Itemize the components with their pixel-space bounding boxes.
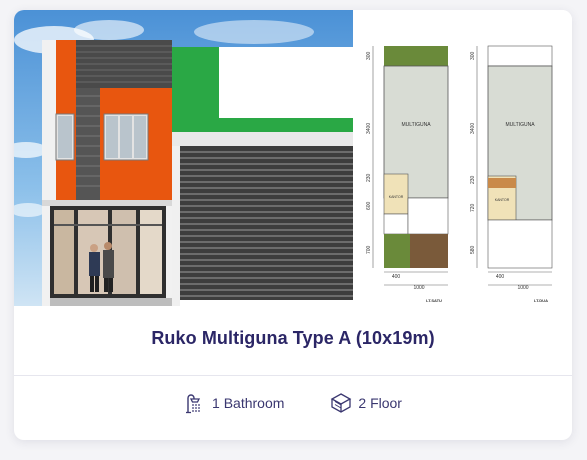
feature-bathroom-label: 1 Bathroom xyxy=(212,395,285,411)
building-photo xyxy=(14,10,353,306)
plan-left-room-main: MULTIGUNA xyxy=(401,122,431,128)
plan-left-dim-2: 230 xyxy=(366,173,372,182)
card-media: MULTIGUNA KANTOR 300 3400 230 600 700 40… xyxy=(14,10,572,306)
plan-right-dim-1: 3400 xyxy=(470,123,476,134)
property-card[interactable]: MULTIGUNA KANTOR 300 3400 230 600 700 40… xyxy=(14,10,572,440)
card-title[interactable]: Ruko Multiguna Type A (10x19m) xyxy=(14,328,572,349)
plan-right-room-office: KANTOR xyxy=(495,198,510,202)
plan-right-caption: LT.DUA xyxy=(534,298,548,303)
plan-left-room-office: KANTOR xyxy=(389,195,404,199)
feature-bathroom: 1 Bathroom xyxy=(184,392,284,414)
card-divider xyxy=(14,375,572,376)
plan-left-dim-bottom-1: 1000 xyxy=(413,285,424,291)
plan-right xyxy=(476,45,553,286)
feature-floor-label: 2 Floor xyxy=(358,395,402,411)
plan-right-dim-0: 300 xyxy=(470,51,476,60)
plan-left-caption: LT.SATU xyxy=(426,298,442,303)
plan-left-dim-3: 600 xyxy=(366,201,372,210)
floor-plan: MULTIGUNA KANTOR 300 3400 230 600 700 40… xyxy=(353,10,572,306)
card-features: 1 Bathroom 2 Floor xyxy=(14,390,572,416)
plan-right-dim-3: 720 xyxy=(470,203,476,212)
plan-left-dim-4: 700 xyxy=(366,245,372,254)
floor-layers-icon xyxy=(330,392,352,414)
plan-right-dim-bottom-0: 400 xyxy=(496,274,505,280)
plan-right-dim-4: 580 xyxy=(470,245,476,254)
plan-right-dim-bottom-1: 1000 xyxy=(517,285,528,291)
plan-left-dim-bottom-0: 400 xyxy=(392,274,401,280)
plan-right-dim-2: 230 xyxy=(470,175,476,184)
feature-floor: 2 Floor xyxy=(330,392,402,414)
plan-right-room-main: MULTIGUNA xyxy=(505,122,535,128)
shower-icon xyxy=(184,392,206,414)
plan-left-dim-1: 3400 xyxy=(366,123,372,134)
plan-left xyxy=(372,46,449,286)
plan-left-dim-0: 300 xyxy=(366,51,372,60)
